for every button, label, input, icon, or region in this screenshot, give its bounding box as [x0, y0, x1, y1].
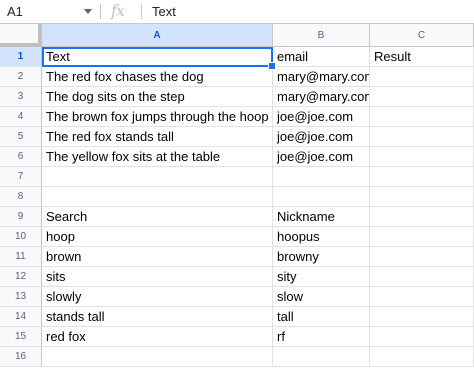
cell-c2[interactable]: [370, 67, 474, 87]
row-header[interactable]: 11: [0, 247, 42, 267]
cell-b7[interactable]: [273, 167, 370, 187]
select-all-corner[interactable]: [0, 24, 42, 47]
cell-c7[interactable]: [370, 167, 474, 187]
cell-a7[interactable]: [42, 167, 273, 187]
cell-a11[interactable]: brown: [42, 247, 273, 267]
chevron-down-icon[interactable]: [84, 9, 92, 14]
cell-c1[interactable]: Result: [370, 47, 474, 67]
row-header[interactable]: 16: [0, 347, 42, 367]
cell-c8[interactable]: [370, 187, 474, 207]
cell-a3[interactable]: The dog sits on the step: [42, 87, 273, 107]
column-header-c[interactable]: C: [370, 24, 474, 47]
cell-b15[interactable]: rf: [273, 327, 370, 347]
cell-c14[interactable]: [370, 307, 474, 327]
cell-b9[interactable]: Nickname: [273, 207, 370, 227]
cell-c9[interactable]: [370, 207, 474, 227]
cell-c5[interactable]: [370, 127, 474, 147]
cell-b3[interactable]: mary@mary.com: [273, 87, 370, 107]
row-header[interactable]: 5: [0, 127, 42, 147]
cell-c3[interactable]: [370, 87, 474, 107]
cell-b5[interactable]: joe@joe.com: [273, 127, 370, 147]
cell-a10[interactable]: hoop: [42, 227, 273, 247]
row-header[interactable]: 12: [0, 267, 42, 287]
cell-b10[interactable]: hoopus: [273, 227, 370, 247]
fx-icon: fx: [111, 1, 125, 20]
row-header[interactable]: 8: [0, 187, 42, 207]
row-header[interactable]: 2: [0, 67, 42, 87]
cell-c6[interactable]: [370, 147, 474, 167]
row-header[interactable]: 3: [0, 87, 42, 107]
fill-handle[interactable]: [268, 62, 276, 70]
row-header[interactable]: 13: [0, 287, 42, 307]
cell-c12[interactable]: [370, 267, 474, 287]
cell-c15[interactable]: [370, 327, 474, 347]
row-header[interactable]: 4: [0, 107, 42, 127]
row-header[interactable]: 7: [0, 167, 42, 187]
formula-bar: A1 fx Text: [0, 0, 474, 24]
cell-b12[interactable]: sity: [273, 267, 370, 287]
cell-a9[interactable]: Search: [42, 207, 273, 227]
cell-c4[interactable]: [370, 107, 474, 127]
cell-a15[interactable]: red fox: [42, 327, 273, 347]
divider: [141, 4, 142, 19]
cell-c13[interactable]: [370, 287, 474, 307]
cell-b8[interactable]: [273, 187, 370, 207]
cell-a6[interactable]: The yellow fox sits at the table: [42, 147, 273, 167]
row-header[interactable]: 6: [0, 147, 42, 167]
cell-b16[interactable]: [273, 347, 370, 367]
formula-input[interactable]: Text: [152, 4, 176, 19]
row-header[interactable]: 14: [0, 307, 42, 327]
cell-a12[interactable]: sits: [42, 267, 273, 287]
cell-b6[interactable]: joe@joe.com: [273, 147, 370, 167]
cell-a8[interactable]: [42, 187, 273, 207]
cell-c10[interactable]: [370, 227, 474, 247]
name-box[interactable]: A1: [0, 0, 100, 23]
cell-c11[interactable]: [370, 247, 474, 267]
cell-c16[interactable]: [370, 347, 474, 367]
cell-a14[interactable]: stands tall: [42, 307, 273, 327]
row-header[interactable]: 9: [0, 207, 42, 227]
cell-b11[interactable]: browny: [273, 247, 370, 267]
cell-b4[interactable]: joe@joe.com: [273, 107, 370, 127]
cell-a1[interactable]: Text: [42, 47, 273, 67]
cell-b13[interactable]: slow: [273, 287, 370, 307]
cell-a5[interactable]: The red fox stands tall: [42, 127, 273, 147]
column-header-a[interactable]: A: [42, 24, 273, 47]
cell-a13[interactable]: slowly: [42, 287, 273, 307]
row-header[interactable]: 10: [0, 227, 42, 247]
column-header-b[interactable]: B: [273, 24, 370, 47]
name-box-value: A1: [7, 4, 23, 19]
cell-b2[interactable]: mary@mary.com: [273, 67, 370, 87]
divider: [100, 4, 101, 19]
cell-a2[interactable]: The red fox chases the dog: [42, 67, 273, 87]
cell-a4[interactable]: The brown fox jumps through the hoop: [42, 107, 273, 127]
cell-b14[interactable]: tall: [273, 307, 370, 327]
cell-b1[interactable]: email: [273, 47, 370, 67]
row-header[interactable]: 1: [0, 47, 42, 67]
row-header[interactable]: 15: [0, 327, 42, 347]
cell-a16[interactable]: [42, 347, 273, 367]
